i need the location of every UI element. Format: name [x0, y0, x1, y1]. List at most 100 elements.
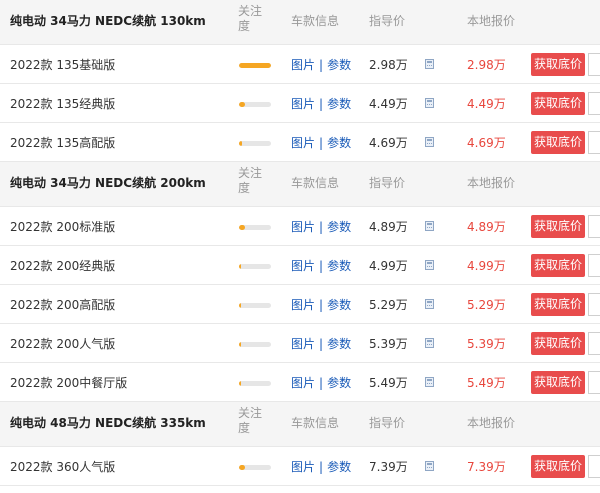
calculator-icon[interactable]	[425, 377, 434, 387]
calculator-icon[interactable]	[425, 299, 434, 309]
attention-bar-fill	[239, 342, 241, 347]
info-links: 图片 | 参数	[291, 335, 351, 352]
model-name[interactable]: 2022款 135基础版	[10, 56, 115, 73]
attention-bar	[239, 141, 271, 146]
attention-bar	[239, 102, 271, 107]
photos-link[interactable]: 图片	[291, 337, 315, 351]
model-name[interactable]: 2022款 200标准版	[10, 218, 115, 235]
model-name[interactable]: 2022款 200高配版	[10, 296, 115, 313]
local-price: 4.99万	[467, 259, 506, 273]
get-lowest-price-button[interactable]: 获取底价	[531, 254, 585, 277]
params-link[interactable]: 参数	[327, 376, 351, 390]
guide-price: 4.69万	[369, 136, 408, 150]
attention-bar-fill	[239, 141, 243, 146]
table-row: 2022款 200中餐厅版 图片 | 参数 5.49万 5.49万 获取底价	[0, 363, 600, 402]
params-link[interactable]: 参数	[327, 298, 351, 312]
guide-price: 2.98万	[369, 58, 408, 72]
group-header: 纯电动 34马力 NEDC续航 130km 关注度 车款信息 指导价 本地报价	[0, 0, 600, 45]
attention-bar	[239, 225, 271, 230]
model-name[interactable]: 2022款 135经典版	[10, 95, 115, 112]
link-separator: |	[319, 298, 324, 312]
info-links: 图片 | 参数	[291, 458, 351, 475]
calculator-icon[interactable]	[425, 338, 434, 348]
table-row: 2022款 200经典版 图片 | 参数 4.99万 4.99万 获取底价	[0, 246, 600, 285]
photos-link[interactable]: 图片	[291, 259, 315, 273]
column-header-guide-price: 指导价	[369, 14, 406, 28]
photos-link[interactable]: 图片	[291, 460, 315, 474]
group-header: 纯电动 34马力 NEDC续航 200km 关注度 车款信息 指导价 本地报价	[0, 162, 600, 207]
calculator-icon[interactable]	[425, 461, 434, 471]
attention-bar	[239, 303, 271, 308]
table-row: 2022款 135高配版 图片 | 参数 4.69万 4.69万 获取底价	[0, 123, 600, 162]
model-name[interactable]: 2022款 360人气版	[10, 458, 115, 475]
get-lowest-price-button[interactable]: 获取底价	[531, 293, 585, 316]
params-link[interactable]: 参数	[327, 58, 351, 72]
column-header-attention: 关注度	[238, 4, 263, 33]
get-lowest-price-button[interactable]: 获取底价	[531, 53, 585, 76]
get-lowest-price-button[interactable]: 获取底价	[531, 371, 585, 394]
photos-link[interactable]: 图片	[291, 298, 315, 312]
params-link[interactable]: 参数	[327, 220, 351, 234]
model-name[interactable]: 2022款 200经典版	[10, 257, 115, 274]
info-links: 图片 | 参数	[291, 56, 351, 73]
guide-price: 4.89万	[369, 220, 408, 234]
group-title: 纯电动 48马力 NEDC续航 335km	[10, 416, 206, 430]
attention-bar	[239, 381, 271, 386]
params-link[interactable]: 参数	[327, 460, 351, 474]
group-header: 纯电动 48马力 NEDC续航 335km 关注度 车款信息 指导价 本地报价	[0, 402, 600, 447]
params-link[interactable]: 参数	[327, 136, 351, 150]
get-lowest-price-button[interactable]: 获取底价	[531, 215, 585, 238]
photos-link[interactable]: 图片	[291, 376, 315, 390]
row-action-edge[interactable]	[588, 215, 600, 238]
attention-bar-fill	[239, 63, 271, 68]
local-price: 4.49万	[467, 97, 506, 111]
get-lowest-price-button[interactable]: 获取底价	[531, 332, 585, 355]
local-price: 5.49万	[467, 376, 506, 390]
photos-link[interactable]: 图片	[291, 220, 315, 234]
attention-bar-fill	[239, 264, 241, 269]
row-action-edge[interactable]	[588, 455, 600, 478]
column-header-local-price: 本地报价	[467, 176, 516, 190]
model-name[interactable]: 2022款 135高配版	[10, 134, 115, 151]
info-links: 图片 | 参数	[291, 257, 351, 274]
calculator-icon[interactable]	[425, 137, 434, 147]
row-action-edge[interactable]	[588, 332, 600, 355]
row-action-edge[interactable]	[588, 254, 600, 277]
group-title: 纯电动 34马力 NEDC续航 200km	[10, 176, 206, 190]
get-lowest-price-button[interactable]: 获取底价	[531, 455, 585, 478]
photos-link[interactable]: 图片	[291, 58, 315, 72]
row-action-edge[interactable]	[588, 131, 600, 154]
params-link[interactable]: 参数	[327, 97, 351, 111]
table-row: 2022款 200标准版 图片 | 参数 4.89万 4.89万 获取底价	[0, 207, 600, 246]
link-separator: |	[319, 337, 324, 351]
photos-link[interactable]: 图片	[291, 97, 315, 111]
row-action-edge[interactable]	[588, 293, 600, 316]
attention-bar-fill	[239, 303, 241, 308]
row-action-edge[interactable]	[588, 53, 600, 76]
local-price: 5.29万	[467, 298, 506, 312]
calculator-icon[interactable]	[425, 59, 434, 69]
calculator-icon[interactable]	[425, 98, 434, 108]
model-name[interactable]: 2022款 200人气版	[10, 335, 115, 352]
params-link[interactable]: 参数	[327, 337, 351, 351]
get-lowest-price-button[interactable]: 获取底价	[531, 131, 585, 154]
model-name[interactable]: 2022款 200中餐厅版	[10, 374, 127, 391]
photos-link[interactable]: 图片	[291, 136, 315, 150]
guide-price: 4.49万	[369, 97, 408, 111]
local-price: 4.69万	[467, 136, 506, 150]
guide-price: 4.99万	[369, 259, 408, 273]
guide-price: 5.39万	[369, 337, 408, 351]
params-link[interactable]: 参数	[327, 259, 351, 273]
row-action-edge[interactable]	[588, 92, 600, 115]
guide-price: 5.29万	[369, 298, 408, 312]
attention-bar	[239, 264, 271, 269]
link-separator: |	[319, 259, 324, 273]
row-action-edge[interactable]	[588, 371, 600, 394]
calculator-icon[interactable]	[425, 221, 434, 231]
attention-bar-fill	[239, 381, 241, 386]
local-price: 7.39万	[467, 460, 506, 474]
get-lowest-price-button[interactable]: 获取底价	[531, 92, 585, 115]
attention-bar	[239, 342, 271, 347]
column-header-guide-price: 指导价	[369, 176, 406, 190]
calculator-icon[interactable]	[425, 260, 434, 270]
